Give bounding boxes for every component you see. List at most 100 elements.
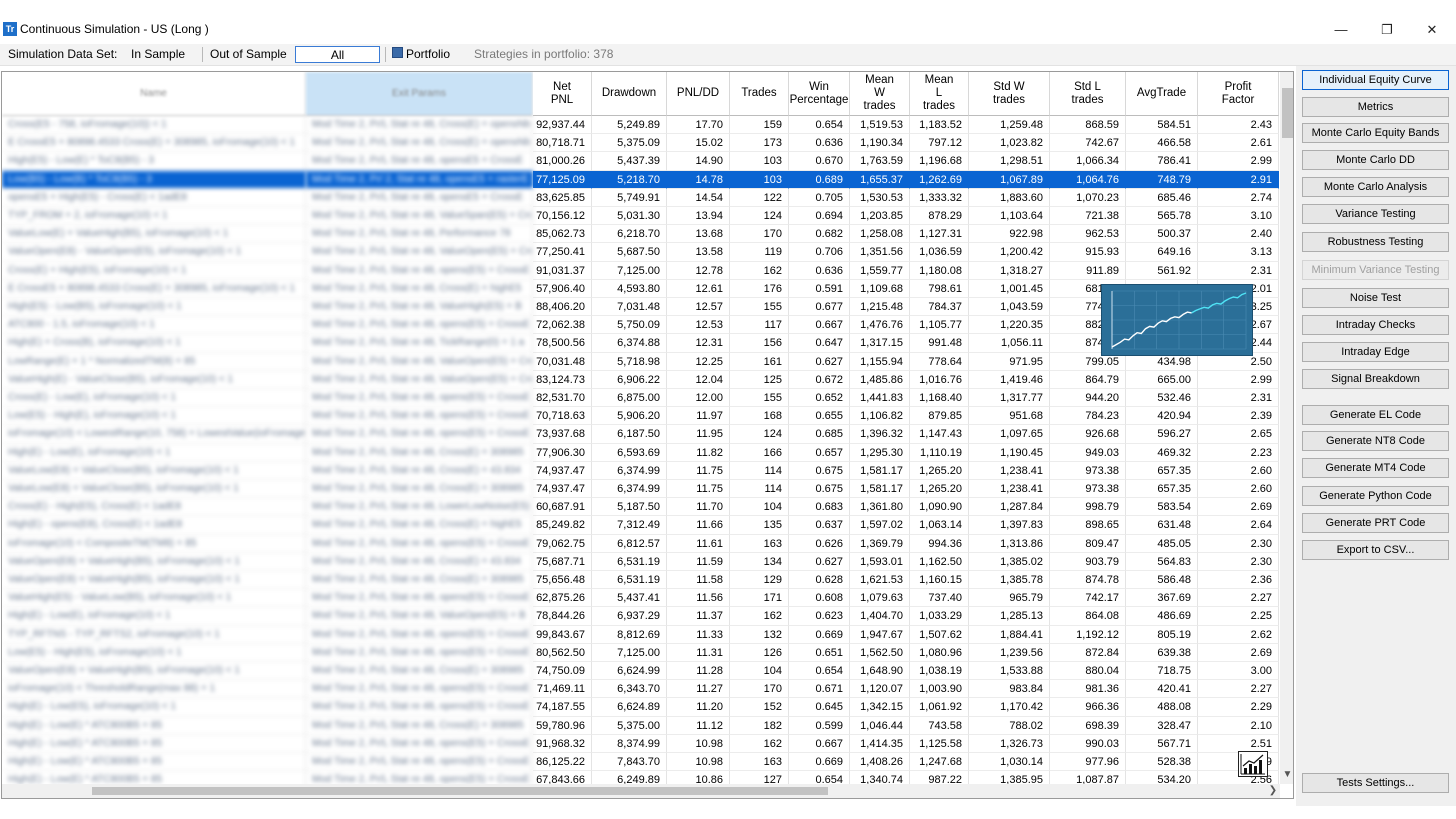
vertical-scroll-thumb[interactable]	[1282, 88, 1293, 138]
generate-nt8-code-button[interactable]: Generate NT8 Code	[1302, 431, 1449, 451]
metrics-button[interactable]: Metrics	[1302, 97, 1449, 117]
cell-exit-params: Mod Time 2, Pr/L Stat re 48, opens(E5) +…	[306, 407, 533, 426]
table-row[interactable]: High(E5) - Low(E) * ToC8(B5) - 3 Mod Time…	[2, 152, 1279, 171]
cell-name: High(E) - opens(E8), Cross(E) < 1adE8	[2, 516, 306, 535]
cell-std-w: 1,883.60	[969, 188, 1050, 207]
table-row[interactable]: opensE5 + High(E5) - Cross(E) < 1adE8 Mod…	[2, 188, 1279, 207]
table-row[interactable]: Low(E5) - High(E), ioFromage(10) < 1 Mod …	[2, 407, 1279, 426]
table-row[interactable]: Cross(E) + High(E5), ioFromage(10) < 1 Mo…	[2, 261, 1279, 280]
cell-profit-factor: 2.30	[1198, 552, 1279, 571]
header-col-avg-trade[interactable]: AvgTrade	[1126, 72, 1198, 116]
horizontal-scroll-thumb[interactable]	[92, 787, 828, 795]
table-row[interactable]: LowRange(E) + 1 * NormalizedTM(8) + 85 Mo…	[2, 352, 1279, 371]
header-col-std-l[interactable]: Std L trades	[1050, 72, 1126, 116]
out-of-sample-option[interactable]: Out of Sample	[210, 46, 287, 63]
restore-button[interactable]: ❐	[1364, 20, 1410, 40]
table-row[interactable]: ATC800 - 1.5, ioFromage(10) < 1 Mod Time …	[2, 316, 1279, 335]
table-row[interactable]: Low(E5) - High(E5), ioFromage(10) < 1 Mod…	[2, 643, 1279, 662]
table-row[interactable]: ValueOpen(E8) + ValueHigh(B5), ioFromage…	[2, 571, 1279, 590]
table-row[interactable]: High(E) - Low(E), ioFromage(10) < 1 Mod T…	[2, 443, 1279, 462]
all-option[interactable]: All	[295, 46, 380, 63]
table-row[interactable]: High(E) - Low(E), ioFromage(10) < 1 Mod T…	[2, 607, 1279, 626]
generate-prt-code-button[interactable]: Generate PRT Code	[1302, 513, 1449, 533]
header-col-profit-factor[interactable]: Profit Factor	[1198, 72, 1279, 116]
variance-testing-button[interactable]: Variance Testing	[1302, 204, 1449, 224]
header-col-drawdown[interactable]: Drawdown	[592, 72, 667, 116]
table-row[interactable]: TYP_FROM + 2, ioFromage(10) < 1 Mod Time …	[2, 207, 1279, 226]
cell-profit-factor: 2.60	[1198, 480, 1279, 499]
monte-carlo-equity-bands-button[interactable]: Monte Carlo Equity Bands	[1302, 123, 1449, 143]
table-row[interactable]: High(E) - Low(E) * ATC800B5 + 85 Mod Time…	[2, 753, 1279, 772]
header-col-exit-params[interactable]: Exit Params	[306, 72, 533, 116]
table-row[interactable]: E CrossE5 + 80898.4533 Cross(E) + 308985…	[2, 279, 1279, 298]
cell-net-pnl: 62,875.26	[533, 589, 592, 608]
table-row-selected[interactable]: Low(B5) - Low(B) * ToC8(B5) - 3 Mod Time …	[2, 170, 1279, 189]
robustness-testing-button[interactable]: Robustness Testing	[1302, 232, 1449, 252]
noise-test-button[interactable]: Noise Test	[1302, 288, 1449, 308]
table-row[interactable]: Cross(E) - High(E5), Cross(E) < 1adE8 Mod…	[2, 498, 1279, 517]
table-row[interactable]: TYP_RFTNS - TYP_RFTS2, ioFromage(10) < 1…	[2, 625, 1279, 644]
table-row[interactable]: ValueHigh(E5) - ValueLow(B5), ioFromage(…	[2, 589, 1279, 608]
table-row[interactable]: High(E) - Low(E) * ATC800B5 + 85 Mod Time…	[2, 734, 1279, 753]
generate-python-code-button[interactable]: Generate Python Code	[1302, 486, 1449, 506]
intraday-edge-button[interactable]: Intraday Edge	[1302, 342, 1449, 362]
table-row[interactable]: ValueOpen(E8) + ValueHigh(B5), ioFromage…	[2, 552, 1279, 571]
intraday-checks-button[interactable]: Intraday Checks	[1302, 315, 1449, 335]
table-row[interactable]: High(E5) - Low(B5), ioFromage(10) < 1 Mod…	[2, 298, 1279, 317]
cell-pnl-dd: 12.25	[667, 352, 730, 371]
portfolio-icon[interactable]	[392, 47, 403, 58]
generate-el-code-button[interactable]: Generate EL Code	[1302, 405, 1449, 425]
header-col-std-w[interactable]: Std W trades	[969, 72, 1050, 116]
table-row[interactable]: High(E) - opens(E8), Cross(E) < 1adE8 Mod…	[2, 516, 1279, 535]
cell-avg-trade: 564.83	[1126, 552, 1198, 571]
header-col-trades[interactable]: Trades	[730, 72, 789, 116]
cell-profit-factor: 2.64	[1198, 516, 1279, 535]
cell-std-l: 864.79	[1050, 370, 1126, 389]
table-row[interactable]: ValueLow(E8) + ValueClose(B5), ioFromage…	[2, 480, 1279, 499]
header-col-mean-l[interactable]: Mean L trades	[910, 72, 969, 116]
table-row[interactable]: ioFromage(10) < ThresholdRange(max 88) +…	[2, 680, 1279, 699]
monte-carlo-dd-button[interactable]: Monte Carlo DD	[1302, 150, 1449, 170]
generate-mt4-code-button[interactable]: Generate MT4 Code	[1302, 458, 1449, 478]
horizontal-scrollbar[interactable]	[2, 784, 1280, 798]
table-row[interactable]: ioFromage(10) < LowestRange(10, 758) + L…	[2, 425, 1279, 444]
vertical-scrollbar[interactable]	[1280, 72, 1293, 784]
header-col-net-pnl[interactable]: Net PNL	[533, 72, 592, 116]
cell-mean-w: 1,155.94	[850, 352, 910, 371]
header-col-pnl-dd[interactable]: PNL/DD	[667, 72, 730, 116]
cell-std-w: 983.84	[969, 680, 1050, 699]
individual-equity-curve-button[interactable]: Individual Equity Curve	[1302, 70, 1449, 90]
table-row[interactable]: E CrossE5 + 80898.4533 Cross(E) + 308985…	[2, 134, 1279, 153]
header-col-name[interactable]: Name	[2, 72, 306, 116]
table-row[interactable]: ValueOpen(E8) - ValueOpen(E5), ioFromage…	[2, 243, 1279, 262]
scroll-down-icon[interactable]: ▼	[1281, 768, 1293, 781]
table-row[interactable]: ValueLow(E) + ValueHigh(B5), ioFromage(1…	[2, 225, 1279, 244]
in-sample-option[interactable]: In Sample	[131, 46, 185, 63]
table-row[interactable]: Cross(E) - Low(E), ioFromage(10) < 1 Mod …	[2, 389, 1279, 408]
export-to-csv-button[interactable]: Export to CSV...	[1302, 540, 1449, 560]
table-row[interactable]: High(E) - Low(E5), ioFromage(10) < 1 Mod …	[2, 698, 1279, 717]
cell-std-l: 809.47	[1050, 534, 1126, 553]
cell-std-l: 742.17	[1050, 589, 1126, 608]
table-row[interactable]: ValueHigh(E) - ValueClose(B5), ioFromage…	[2, 370, 1279, 389]
scroll-right-icon[interactable]: ❯	[1267, 784, 1279, 798]
table-row[interactable]: Cross(E5 - 758, ioFromage(10)) < 1 Mod Ti…	[2, 116, 1279, 135]
results-grid[interactable]: Name Exit Params Net PNL Drawdown PNL/DD Trad…	[1, 71, 1294, 799]
table-row[interactable]: ioFromage(10) < CompositeTM(TM8) + 85 Mod…	[2, 534, 1279, 553]
table-row[interactable]: ValueOpen(E8) + ValueHigh(B5), ioFromage…	[2, 662, 1279, 681]
monte-carlo-analysis-button[interactable]: Monte Carlo Analysis	[1302, 177, 1449, 197]
cell-std-l: 721.38	[1050, 207, 1126, 226]
portfolio-button[interactable]: Portfolio	[406, 46, 450, 63]
close-button[interactable]: ✕	[1409, 20, 1455, 40]
table-row[interactable]: ValueLow(E8) + ValueClose(B5), ioFromage…	[2, 461, 1279, 480]
minimize-button[interactable]: —	[1318, 20, 1364, 40]
table-row[interactable]: High(E) - Low(E) * ATC800B5 + 85 Mod Time…	[2, 716, 1279, 735]
signal-breakdown-button[interactable]: Signal Breakdown	[1302, 369, 1449, 389]
header-col-mean-w[interactable]: Mean W trades	[850, 72, 910, 116]
chart-icon[interactable]	[1238, 751, 1268, 777]
cell-mean-l: 991.48	[910, 334, 969, 353]
cell-mean-w: 1,369.79	[850, 534, 910, 553]
header-col-win-pct[interactable]: Win Percentage	[789, 72, 850, 116]
tests-settings-button[interactable]: Tests Settings...	[1302, 773, 1449, 793]
table-row[interactable]: High(E) + Cross(B), ioFromage(10) < 1 Mod…	[2, 334, 1279, 353]
